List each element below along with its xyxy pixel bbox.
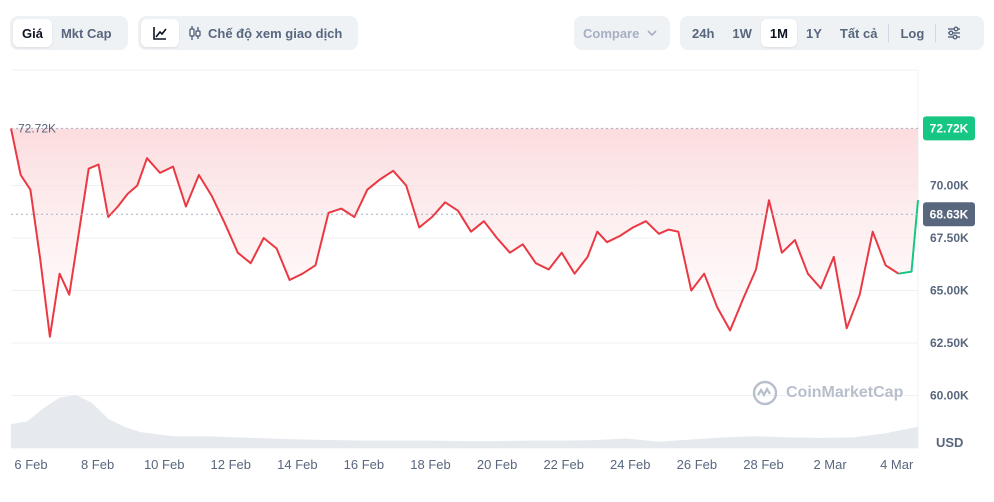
watermark: CoinMarketCap bbox=[752, 380, 903, 406]
coinmarketcap-logo-icon bbox=[752, 380, 778, 406]
x-tick-label: 16 Feb bbox=[344, 457, 384, 472]
y-tick-label: 70.00K bbox=[930, 179, 969, 193]
x-tick-label: 28 Feb bbox=[743, 457, 783, 472]
y-tick-label: 62.50K bbox=[930, 336, 969, 350]
y-tick-label: 60.00K bbox=[930, 389, 969, 403]
x-tick-label: 6 Feb bbox=[14, 457, 47, 472]
x-tick-label: 24 Feb bbox=[610, 457, 650, 472]
y-tick-label: 65.00K bbox=[930, 284, 969, 298]
watermark-text: CoinMarketCap bbox=[786, 384, 904, 401]
y-tick-label: 67.50K bbox=[930, 231, 969, 245]
x-tick-label: 8 Feb bbox=[81, 457, 114, 472]
x-tick-label: 10 Feb bbox=[144, 457, 184, 472]
x-tick-label: 22 Feb bbox=[543, 457, 583, 472]
y-axis-unit: USD bbox=[936, 435, 963, 450]
x-tick-label: 12 Feb bbox=[211, 457, 251, 472]
price-chart[interactable]: 72.72K 60.00K 62.50K 65.00K 67.50K 70.00K 72.… bbox=[0, 0, 994, 502]
x-tick-label: 14 Feb bbox=[277, 457, 317, 472]
x-tick-label: 4 Mar bbox=[880, 457, 914, 472]
current-price-label: 72.72K bbox=[930, 121, 969, 135]
x-tick-label: 20 Feb bbox=[477, 457, 517, 472]
x-tick-label: 26 Feb bbox=[677, 457, 717, 472]
x-tick-label: 18 Feb bbox=[410, 457, 450, 472]
reference-price-label: 68.63K bbox=[930, 207, 969, 221]
start-price-label: 72.72K bbox=[18, 121, 56, 135]
x-tick-label: 2 Mar bbox=[813, 457, 847, 472]
